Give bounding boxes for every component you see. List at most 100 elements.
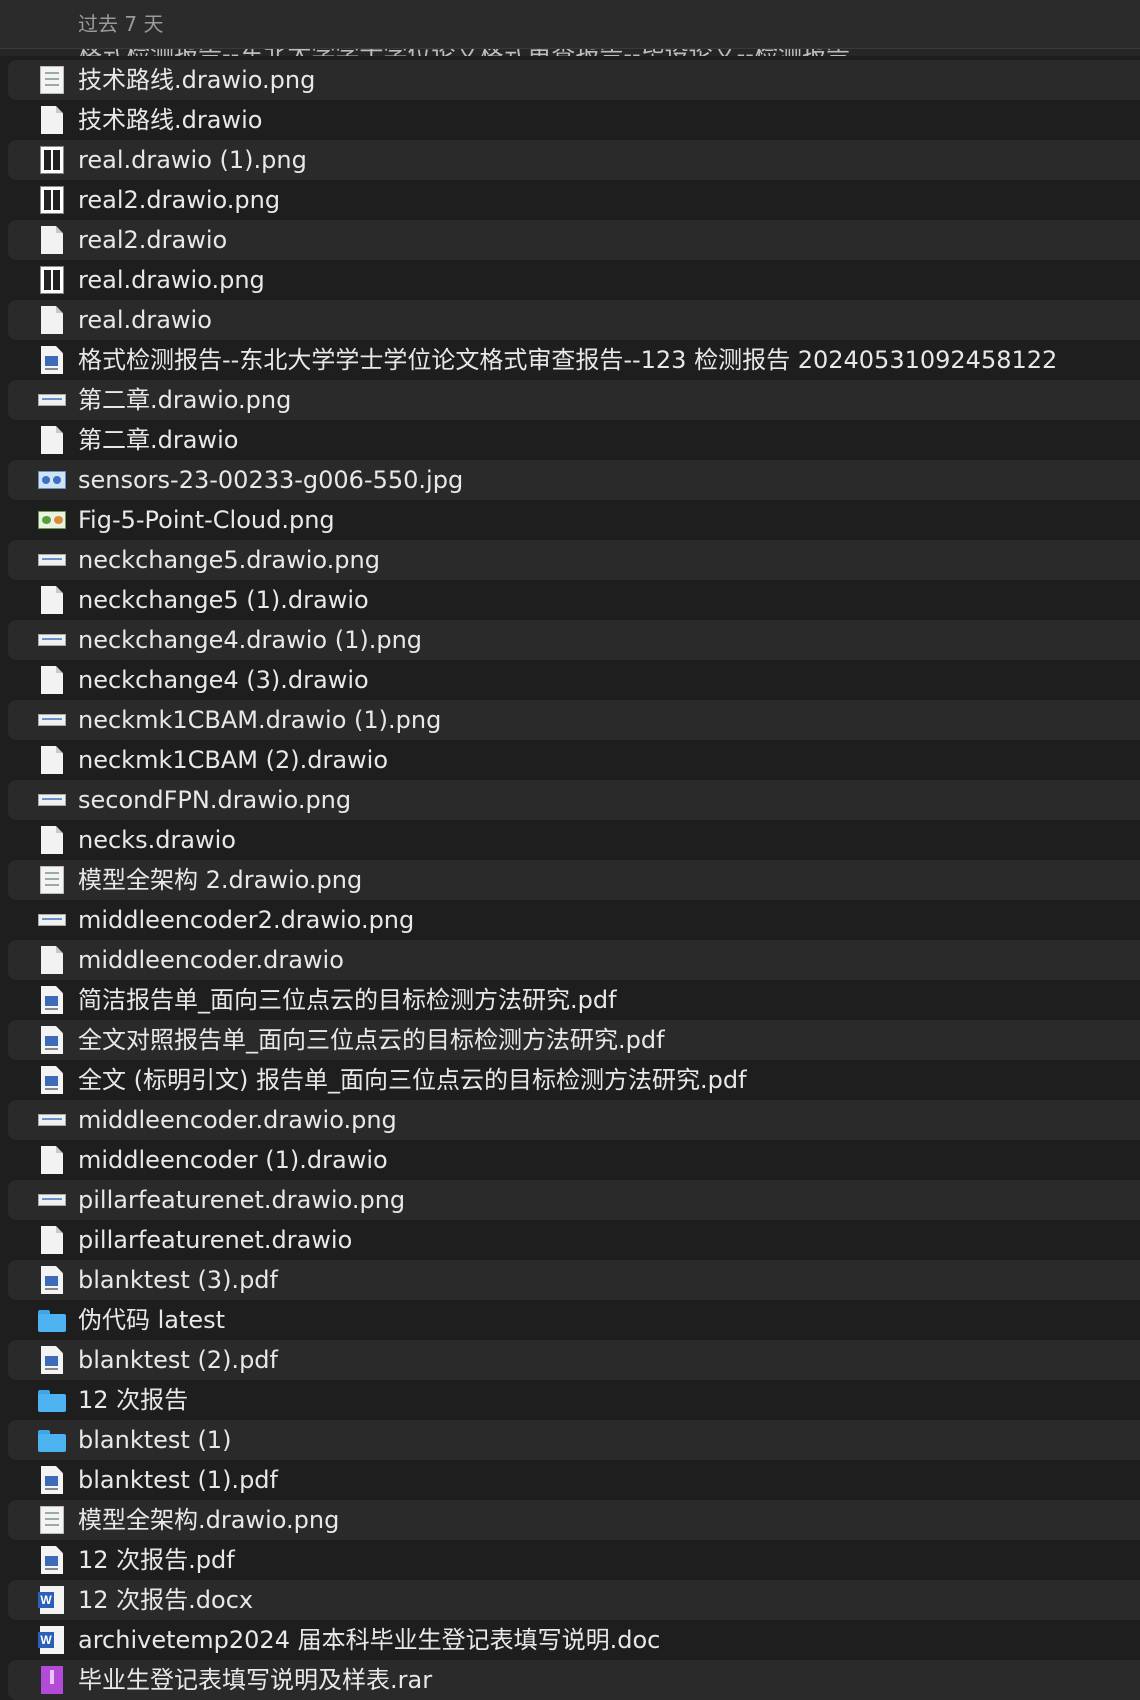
file-row[interactable]: 全文 (标明引文) 报告单_面向三位点云的目标检测方法研究.pdf	[0, 1060, 1140, 1100]
file-name: 第二章.drawio	[78, 426, 239, 454]
file-name: 模型全架构 2.drawio.png	[78, 866, 363, 894]
file-row[interactable]: pillarfeaturenet.drawio	[0, 1220, 1140, 1260]
file-name: 全文 (标明引文) 报告单_面向三位点云的目标检测方法研究.pdf	[78, 1066, 747, 1094]
pdf-icon	[38, 1546, 66, 1574]
partially-hidden-row-name: 格式检测报告--东北大学学士学位论文格式审查报告--毕设论文--检测报告	[78, 48, 850, 56]
image-icon	[38, 466, 66, 494]
file-row[interactable]: 模型全架构 2.drawio.png	[0, 860, 1140, 900]
pdf-icon	[38, 1066, 66, 1094]
file-name: 简洁报告单_面向三位点云的目标检测方法研究.pdf	[78, 986, 617, 1014]
file-row[interactable]: pillarfeaturenet.drawio.png	[0, 1180, 1140, 1220]
wide-png-icon	[38, 706, 66, 734]
dark-png-icon	[38, 266, 66, 294]
dark-png-icon	[38, 186, 66, 214]
file-row[interactable]: 模型全架构.drawio.png	[0, 1500, 1140, 1540]
file-name: 12 次报告.docx	[78, 1586, 254, 1614]
file-name: blanktest (3).pdf	[78, 1266, 278, 1294]
file-name: real2.drawio.png	[78, 186, 281, 214]
file-row[interactable]: middleencoder.drawio	[0, 940, 1140, 980]
file-row[interactable]: archivetemp2024 届本科毕业生登记表填写说明.doc	[0, 1620, 1140, 1660]
file-row[interactable]: middleencoder (1).drawio	[0, 1140, 1140, 1180]
file-row[interactable]: middleencoder2.drawio.png	[0, 900, 1140, 940]
file-name: blanktest (1).pdf	[78, 1466, 278, 1494]
file-name: necks.drawio	[78, 826, 236, 854]
file-row[interactable]: 12 次报告.docx	[0, 1580, 1140, 1620]
file-name: real.drawio.png	[78, 266, 265, 294]
file-row[interactable]: blanktest (3).pdf	[0, 1260, 1140, 1300]
file-row[interactable]: 伪代码 latest	[0, 1300, 1140, 1340]
file-name: 伪代码 latest	[78, 1306, 226, 1334]
file-row[interactable]: neckchange5 (1).drawio	[0, 580, 1140, 620]
file-list: 技术路线.drawio.png 技术路线.drawio real.drawio (1…	[0, 60, 1140, 1700]
rar-icon	[38, 1666, 66, 1694]
file-row[interactable]: blanktest (1)	[0, 1420, 1140, 1460]
file-row[interactable]: Fig-5-Point-Cloud.png	[0, 500, 1140, 540]
file-row[interactable]: 12 次报告	[0, 1380, 1140, 1420]
file-row[interactable]: 格式检测报告--东北大学学士学位论文格式审查报告--123 检测报告 20240…	[0, 340, 1140, 380]
partially-hidden-row[interactable]: 格式检测报告--东北大学学士学位论文格式审查报告--毕设论文--检测报告	[0, 48, 1140, 56]
wide-png-icon	[38, 386, 66, 414]
file-row[interactable]: 技术路线.drawio	[0, 100, 1140, 140]
file-name: 技术路线.drawio.png	[78, 66, 316, 94]
file-row[interactable]: 全文对照报告单_面向三位点云的目标检测方法研究.pdf	[0, 1020, 1140, 1060]
file-name: neckchange5.drawio.png	[78, 546, 380, 574]
file-row[interactable]: 毕业生登记表填写说明及样表.rar	[0, 1660, 1140, 1700]
file-row[interactable]: neckchange5.drawio.png	[0, 540, 1140, 580]
file-row[interactable]: middleencoder.drawio.png	[0, 1100, 1140, 1140]
file-row[interactable]: 12 次报告.pdf	[0, 1540, 1140, 1580]
file-row[interactable]: 第二章.drawio	[0, 420, 1140, 460]
file-name: pillarfeaturenet.drawio.png	[78, 1186, 406, 1214]
file-row[interactable]: 简洁报告单_面向三位点云的目标检测方法研究.pdf	[0, 980, 1140, 1020]
pdf-icon	[38, 1266, 66, 1294]
file-name: 毕业生登记表填写说明及样表.rar	[78, 1666, 433, 1694]
group-header-label: 过去 7 天	[78, 12, 164, 36]
pdf-icon	[38, 986, 66, 1014]
document-icon	[38, 946, 66, 974]
file-name: middleencoder.drawio	[78, 946, 344, 974]
png-icon	[38, 866, 66, 894]
document-icon	[38, 1226, 66, 1254]
file-name: 技术路线.drawio	[78, 106, 263, 134]
file-row[interactable]: real2.drawio	[0, 220, 1140, 260]
file-name: neckchange4 (3).drawio	[78, 666, 369, 694]
document-icon	[38, 586, 66, 614]
pdf-icon	[38, 1466, 66, 1494]
file-row[interactable]: 技术路线.drawio.png	[0, 60, 1140, 100]
pdf-icon	[38, 1346, 66, 1374]
folder-icon	[38, 1426, 66, 1454]
file-name: middleencoder2.drawio.png	[78, 906, 415, 934]
file-row[interactable]: real.drawio	[0, 300, 1140, 340]
folder-icon	[38, 1306, 66, 1334]
file-row[interactable]: secondFPN.drawio.png	[0, 780, 1140, 820]
file-name: 12 次报告	[78, 1386, 189, 1414]
pdf-icon	[38, 346, 66, 374]
wide-png-icon	[38, 546, 66, 574]
file-row[interactable]: necks.drawio	[0, 820, 1140, 860]
document-icon	[38, 306, 66, 334]
file-row[interactable]: real.drawio (1).png	[0, 140, 1140, 180]
file-row[interactable]: blanktest (2).pdf	[0, 1340, 1140, 1380]
file-name: neckchange4.drawio (1).png	[78, 626, 423, 654]
file-name: neckmk1CBAM.drawio (1).png	[78, 706, 442, 734]
png-icon	[38, 66, 66, 94]
document-icon	[38, 1146, 66, 1174]
file-row[interactable]: real.drawio.png	[0, 260, 1140, 300]
pdf-icon	[38, 1026, 66, 1054]
file-row[interactable]: 第二章.drawio.png	[0, 380, 1140, 420]
file-row[interactable]: real2.drawio.png	[0, 180, 1140, 220]
wide-png-icon	[38, 786, 66, 814]
file-name: 全文对照报告单_面向三位点云的目标检测方法研究.pdf	[78, 1026, 665, 1054]
file-row[interactable]: sensors-23-00233-g006-550.jpg	[0, 460, 1140, 500]
file-name: pillarfeaturenet.drawio	[78, 1226, 353, 1254]
file-name: 格式检测报告--东北大学学士学位论文格式审查报告--123 检测报告 20240…	[78, 346, 1058, 374]
file-name: 第二章.drawio.png	[78, 386, 292, 414]
file-name: middleencoder (1).drawio	[78, 1146, 388, 1174]
document-icon	[38, 106, 66, 134]
file-row[interactable]: neckchange4.drawio (1).png	[0, 620, 1140, 660]
file-row[interactable]: neckmk1CBAM (2).drawio	[0, 740, 1140, 780]
file-name: middleencoder.drawio.png	[78, 1106, 397, 1134]
file-name: Fig-5-Point-Cloud.png	[78, 506, 335, 534]
file-row[interactable]: neckmk1CBAM.drawio (1).png	[0, 700, 1140, 740]
file-row[interactable]: blanktest (1).pdf	[0, 1460, 1140, 1500]
file-row[interactable]: neckchange4 (3).drawio	[0, 660, 1140, 700]
